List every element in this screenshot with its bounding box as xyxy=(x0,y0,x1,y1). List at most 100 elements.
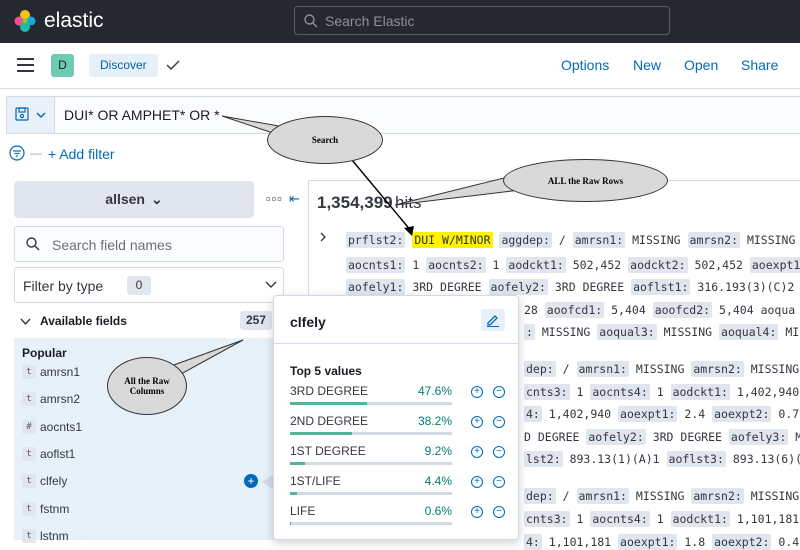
filter-for-value-button[interactable]: + xyxy=(471,476,483,488)
filter-for-value-button[interactable]: + xyxy=(471,416,483,428)
document-row-text: D DEGREE aofely2: 3RD DEGREE aofely3: MI… xyxy=(524,429,800,445)
field-search-placeholder: Search field names xyxy=(52,237,172,253)
chevron-down-icon: ⌄ xyxy=(150,191,163,207)
available-fields-label: Available fields xyxy=(40,314,127,328)
field-key: amrsn1: xyxy=(576,361,629,377)
more-options-icon[interactable]: ▫▫▫ xyxy=(266,191,283,206)
filter-out-value-button[interactable]: − xyxy=(493,386,505,398)
field-key: 4: xyxy=(524,406,542,422)
value-label: 2ND DEGREE xyxy=(290,414,369,428)
field-key: aofely3: xyxy=(728,429,789,445)
index-pattern-select[interactable]: allsen ⌄ xyxy=(14,181,254,218)
options-link[interactable]: Options xyxy=(561,57,609,73)
edit-field-button[interactable] xyxy=(481,309,505,331)
value-percent: 47.6% xyxy=(417,384,452,398)
new-link[interactable]: New xyxy=(633,57,661,73)
field-key: amrsn2: xyxy=(691,488,744,504)
filter-for-value-button[interactable]: + xyxy=(471,386,483,398)
field-key: aggdep: xyxy=(499,232,552,248)
value-label: 1ST DEGREE xyxy=(290,444,366,458)
divider xyxy=(274,343,518,344)
hits-label: hits xyxy=(395,193,422,212)
filter-by-type-button[interactable]: Filter by type 0 xyxy=(14,267,284,303)
field-key: aoflst1: xyxy=(631,279,691,295)
field-key: amrsn1: xyxy=(576,488,629,504)
field-key: aoexpt1: xyxy=(618,534,678,550)
top-values-label: Top 5 values xyxy=(290,364,362,378)
value-bar-fill xyxy=(290,402,368,405)
field-details-popover: clfely Top 5 values 3RD DEGREE 47.6% + −2ND… xyxy=(273,295,519,540)
global-search-placeholder: Search Elastic xyxy=(325,13,415,29)
index-pattern-label: allsen xyxy=(105,191,145,207)
field-key: lst2: xyxy=(524,451,563,467)
filter-icon[interactable] xyxy=(9,145,25,161)
filter-for-value-button[interactable]: + xyxy=(471,506,483,518)
string-type-icon: t xyxy=(22,392,36,406)
chevron-right-icon[interactable] xyxy=(318,232,328,242)
document-row-text: aocnts1: 1 aocnts2: 1 aodckt1: 502,452 a… xyxy=(346,257,800,273)
filter-out-value-button[interactable]: − xyxy=(493,476,505,488)
value-bar-fill xyxy=(290,432,352,435)
query-bar[interactable]: DUI* OR AMPHET* OR * xyxy=(6,96,800,134)
app-nav-bar: D Discover Options New Open Share xyxy=(0,43,800,89)
value-percent: 9.2% xyxy=(424,444,452,458)
filter-for-value-button[interactable]: + xyxy=(471,446,483,458)
field-key: aocnts1: xyxy=(346,257,406,273)
filter-separator: — xyxy=(30,146,42,160)
field-key: aofely2: xyxy=(586,429,646,445)
top-value-row: LIFE 0.6% + − xyxy=(290,504,508,528)
query-input[interactable]: DUI* OR AMPHET* OR * xyxy=(64,107,220,123)
filter-out-value-button[interactable]: − xyxy=(493,416,505,428)
popover-field-name: clfely xyxy=(290,314,326,330)
field-key: aoexpt1: xyxy=(749,257,800,273)
field-name: lstnm xyxy=(40,529,69,543)
collapse-sidebar-icon[interactable]: ⇤ xyxy=(289,191,300,207)
share-link[interactable]: Share xyxy=(741,57,778,73)
filter-out-value-button[interactable]: − xyxy=(493,446,505,458)
field-name: amrsn2 xyxy=(40,392,81,406)
field-name: clfely xyxy=(40,474,68,488)
document-row-text: lst2: 893.13(1)(A)1 aoflst3: 893.13(6)(B… xyxy=(524,451,800,467)
search-highlight: DUI W/MINOR xyxy=(412,232,493,248)
elastic-logo-icon[interactable] xyxy=(13,9,37,33)
global-search-input[interactable]: Search Elastic xyxy=(294,6,670,35)
check-icon xyxy=(166,60,180,70)
field-key: aoflst3: xyxy=(666,451,726,467)
add-filter-button[interactable]: + Add filter xyxy=(48,146,115,162)
field-search-input[interactable]: Search field names xyxy=(14,226,284,262)
value-percent: 38.2% xyxy=(417,414,452,428)
field-key: aodckt1: xyxy=(670,511,730,527)
document-row-text: aofely1: 3RD DEGREE aofely2: 3RD DEGREE … xyxy=(346,279,795,295)
field-key: dep: xyxy=(524,361,556,377)
search-icon xyxy=(26,237,40,251)
document-row-text: prflst2: DUI W/MINOR aggdep: / amrsn1: M… xyxy=(346,232,796,248)
app-name[interactable]: elastic xyxy=(44,9,104,33)
field-key: aodckt2: xyxy=(628,257,688,273)
field-key: 4: xyxy=(524,534,542,550)
filter-count-badge: 0 xyxy=(127,276,151,295)
field-key: aoqual3: xyxy=(597,324,657,340)
open-link[interactable]: Open xyxy=(684,57,718,73)
value-bar xyxy=(290,522,452,525)
value-bar-fill xyxy=(290,492,298,495)
field-key: cnts3: xyxy=(524,384,570,400)
add-field-button[interactable]: + xyxy=(244,474,258,488)
string-type-icon: t xyxy=(22,447,36,461)
space-avatar[interactable]: D xyxy=(51,54,74,77)
filter-out-value-button[interactable]: − xyxy=(493,506,505,518)
value-bar xyxy=(290,432,452,435)
saved-query-button[interactable] xyxy=(7,97,55,133)
string-type-icon: t xyxy=(22,474,36,488)
breadcrumb-discover[interactable]: Discover xyxy=(89,54,158,77)
popover-footer xyxy=(290,534,490,540)
document-row-text: 4: 1,101,181 aoexpt1: 1.8 aoexpt2: 0.4 xyxy=(524,534,800,550)
field-key: cnts3: xyxy=(524,511,570,527)
field-key: aofely2: xyxy=(488,279,548,295)
top-header: elastic Search Elastic xyxy=(0,0,800,43)
menu-icon[interactable] xyxy=(17,58,34,72)
value-bar-fill xyxy=(290,462,305,465)
available-fields-header[interactable]: Available fields 257 xyxy=(14,310,284,334)
field-key: aoqual4: xyxy=(719,324,779,340)
search-callout: Search xyxy=(267,116,383,164)
field-key: aocnts4: xyxy=(590,511,650,527)
